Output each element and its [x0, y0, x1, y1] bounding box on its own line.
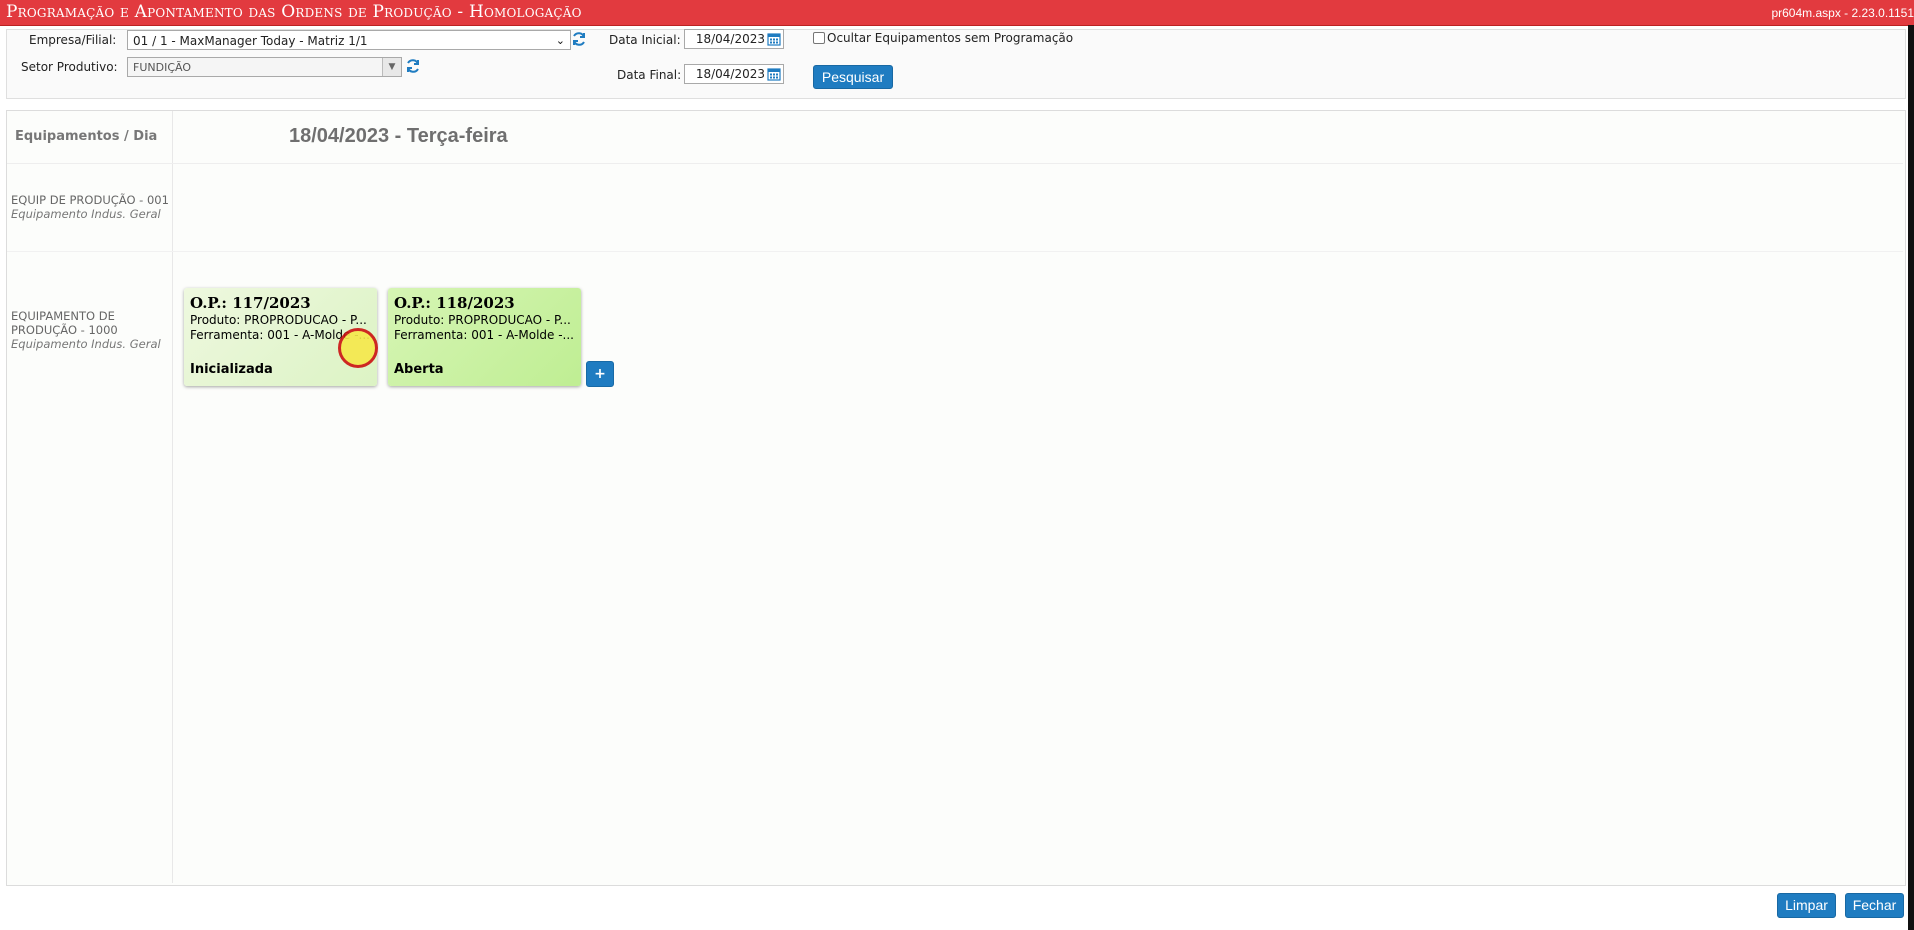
schedule-board: Equipamentos / Dia 18/04/2023 - Terça-fe…	[6, 110, 1906, 886]
title-bar: Programação e Apontamento das Ordens de …	[0, 0, 1914, 26]
card-op-number: O.P.: 118/2023	[394, 294, 515, 312]
card-status: Inicializada	[190, 362, 273, 377]
empresa-select-value: 01 / 1 - MaxManager Today - Matriz 1/1	[133, 34, 368, 48]
equipment-name: EQUIP DE PRODUÇÃO - 001	[11, 193, 169, 207]
page-title: Programação e Apontamento das Ordens de …	[6, 2, 582, 22]
setor-select[interactable]: FUNDIÇÃO ▼	[127, 57, 402, 77]
data-final-input[interactable]: 18/04/2023	[684, 64, 784, 84]
equipment-row-label: EQUIP DE PRODUÇÃO - 001 Equipamento Indu…	[11, 193, 171, 221]
data-final-label: Data Final:	[617, 68, 682, 82]
pesquisar-button[interactable]: Pesquisar	[813, 65, 893, 89]
card-status: Aberta	[394, 362, 444, 377]
card-produto: Produto: PROPRODUCAO - P...	[394, 313, 571, 327]
chevron-down-icon: ⌄	[555, 34, 565, 47]
data-inicial-input[interactable]: 18/04/2023	[684, 29, 784, 49]
refresh-icon[interactable]	[571, 31, 587, 47]
equipment-row-label: EQUIPAMENTO DE PRODUÇÃO - 1000 Equipamen…	[11, 309, 171, 351]
click-indicator	[338, 328, 378, 368]
calendar-icon[interactable]	[767, 32, 781, 46]
fechar-button[interactable]: Fechar	[1845, 893, 1904, 918]
version-label: pr604m.aspx - 2.23.0.1151	[1771, 6, 1914, 20]
production-order-card[interactable]: O.P.: 118/2023 Produto: PROPRODUCAO - P.…	[388, 288, 581, 386]
setor-label: Setor Produtivo:	[21, 60, 118, 74]
equipment-type: Equipamento Indus. Geral	[11, 337, 161, 351]
data-inicial-label: Data Inicial:	[609, 33, 681, 47]
refresh-icon[interactable]	[405, 58, 421, 74]
row-divider	[7, 251, 1903, 252]
ocultar-label[interactable]: Ocultar Equipamentos sem Programação	[827, 31, 1073, 45]
card-produto: Produto: PROPRODUCAO - P...	[190, 313, 367, 327]
day-header: 18/04/2023 - Terça-feira	[289, 125, 508, 147]
window-edge	[1908, 25, 1914, 930]
equipment-type: Equipamento Indus. Geral	[11, 207, 161, 221]
equipment-column	[7, 111, 173, 883]
limpar-button[interactable]: Limpar	[1777, 893, 1836, 918]
empresa-label: Empresa/Filial:	[29, 33, 117, 47]
card-op-number: O.P.: 117/2023	[190, 294, 311, 312]
calendar-icon[interactable]	[767, 67, 781, 81]
chevron-down-icon: ▼	[382, 58, 401, 76]
data-final-value: 18/04/2023	[695, 67, 765, 81]
empresa-select[interactable]: 01 / 1 - MaxManager Today - Matriz 1/1 ⌄	[127, 30, 571, 50]
filter-panel: Empresa/Filial: 01 / 1 - MaxManager Toda…	[6, 29, 1906, 99]
card-ferramenta: Ferramenta: 001 - A-Molde -...	[394, 328, 574, 342]
add-order-button[interactable]: +	[586, 361, 614, 387]
setor-select-value: FUNDIÇÃO	[133, 61, 191, 74]
equipment-name: EQUIPAMENTO DE PRODUÇÃO - 1000	[11, 309, 118, 337]
ocultar-checkbox[interactable]	[813, 32, 825, 44]
data-inicial-value: 18/04/2023	[695, 32, 765, 46]
header-divider	[7, 163, 1903, 164]
column-header-equipamentos: Equipamentos / Dia	[15, 129, 158, 144]
